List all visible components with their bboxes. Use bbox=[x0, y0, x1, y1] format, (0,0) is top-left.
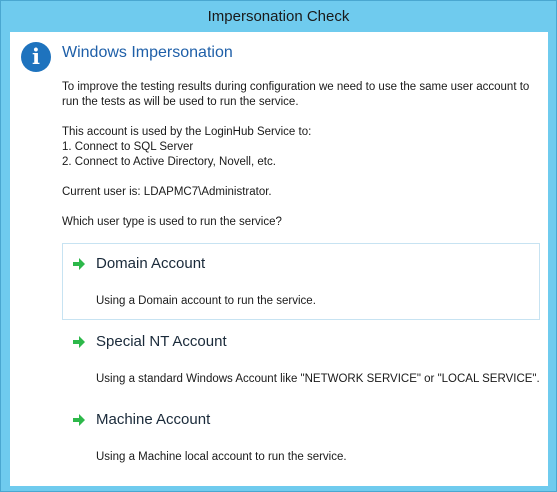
current-user-text: Current user is: LDAPMC7\Administrator. bbox=[62, 186, 272, 198]
option-domain-account[interactable]: Domain Account Using a Domain account to… bbox=[62, 243, 540, 320]
green-arrow-icon bbox=[73, 414, 85, 426]
green-arrow-icon bbox=[73, 336, 85, 348]
page-title: Windows Impersonation bbox=[62, 44, 233, 61]
description-block: To improve the testing results during co… bbox=[62, 80, 542, 245]
option-machine-account[interactable]: Machine Account Using a Machine local ac… bbox=[62, 399, 540, 476]
uses-block: This account is used by the LoginHub Ser… bbox=[62, 125, 542, 170]
info-icon: i bbox=[21, 42, 51, 72]
window-title: Impersonation Check bbox=[207, 8, 350, 25]
option-description: Using a Machine local account to run the… bbox=[96, 451, 347, 463]
option-title: Domain Account bbox=[96, 255, 206, 272]
green-arrow-icon bbox=[73, 258, 85, 270]
option-title: Special NT Account bbox=[96, 333, 227, 350]
uses-intro-text: This account is used by the LoginHub Ser… bbox=[62, 126, 312, 138]
dialog-content: i Windows Impersonation To improve the t… bbox=[10, 32, 548, 486]
dialog-window: Impersonation Check i Windows Impersonat… bbox=[0, 0, 557, 492]
option-special-nt-account[interactable]: Special NT Account Using a standard Wind… bbox=[62, 321, 540, 398]
option-description: Using a Domain account to run the servic… bbox=[96, 295, 316, 307]
use-item: 2. Connect to Active Directory, Novell, … bbox=[62, 156, 276, 168]
use-item: 1. Connect to SQL Server bbox=[62, 141, 194, 153]
question-text: Which user type is used to run the servi… bbox=[62, 216, 282, 228]
option-description: Using a standard Windows Account like "N… bbox=[96, 373, 540, 385]
option-title: Machine Account bbox=[96, 411, 211, 428]
intro-text: To improve the testing results during co… bbox=[62, 81, 530, 108]
